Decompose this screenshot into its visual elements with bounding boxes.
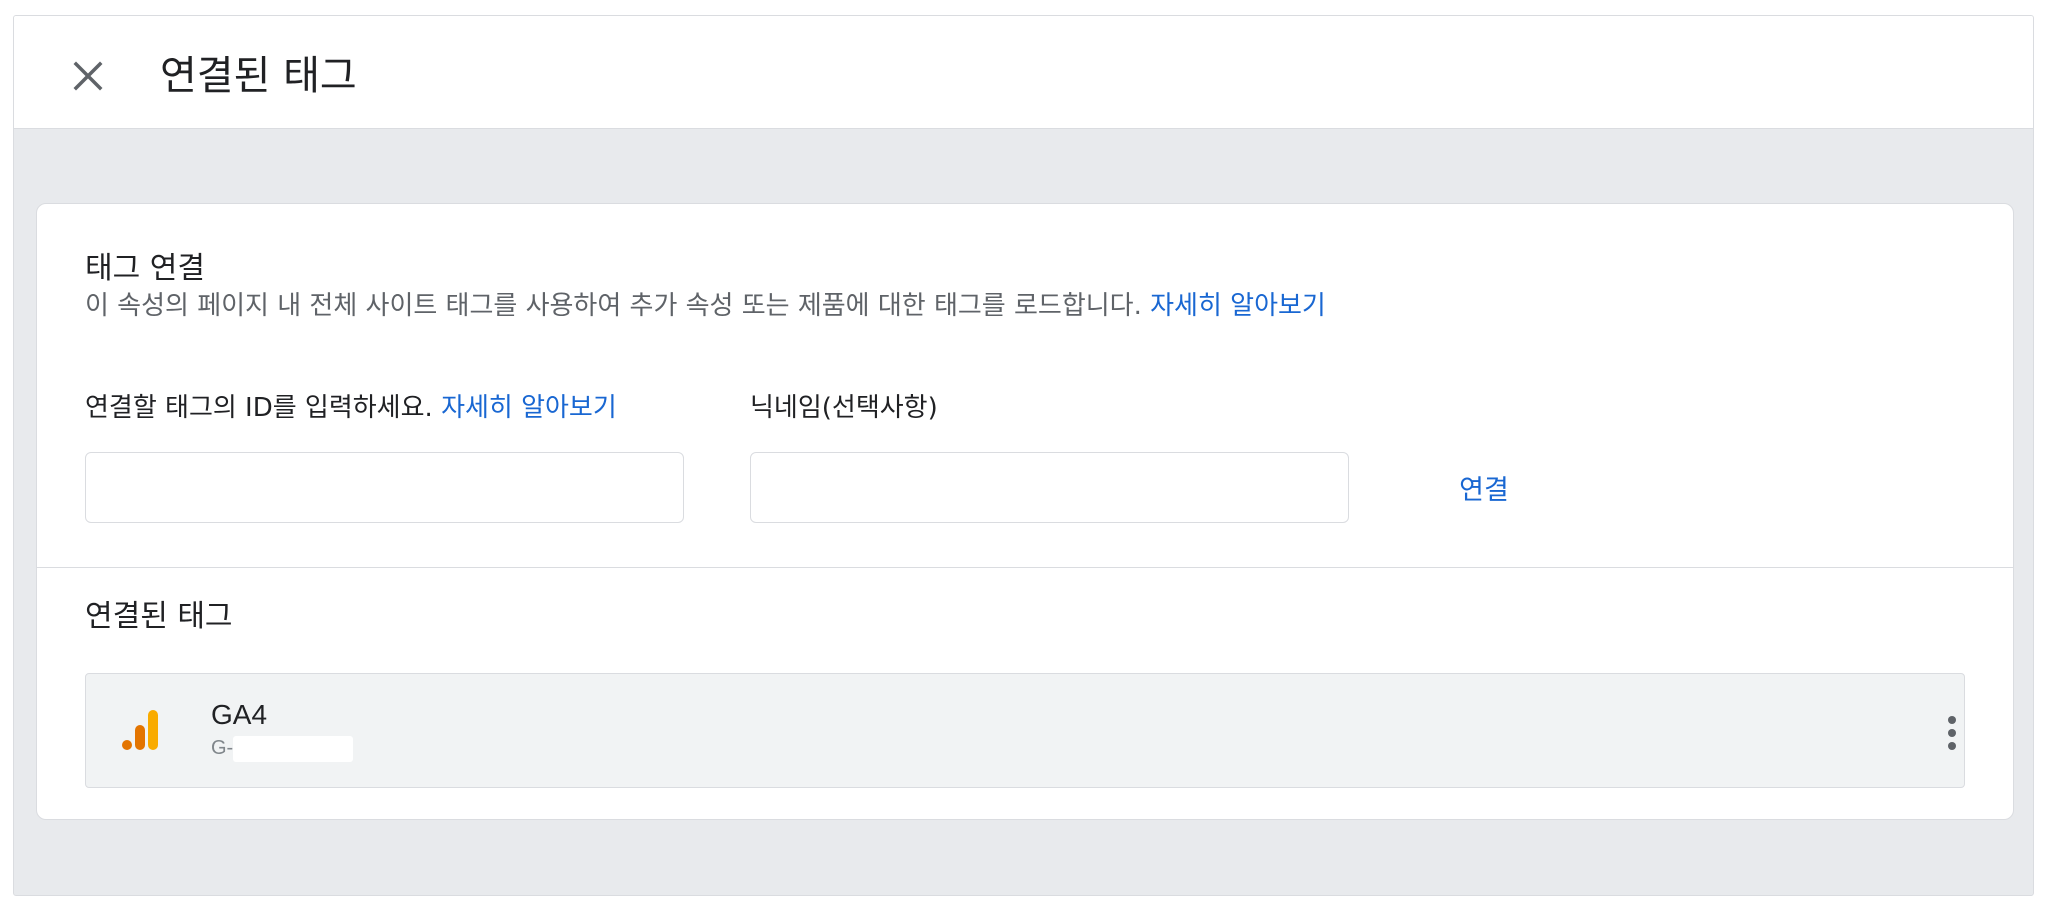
connect-section-title: 태그 연결 [85, 251, 205, 286]
linked-tags-dialog: 연결된 태그 태그 연결 이 속성의 페이지 내 전체 사이트 태그를 사용하여… [13, 15, 2034, 896]
nickname-input[interactable] [750, 452, 1349, 523]
redacted-id-mask [233, 736, 353, 762]
section-divider [37, 567, 2013, 568]
more-vert-icon[interactable] [1944, 674, 1964, 787]
connected-tag-row[interactable]: GA4 G- [85, 673, 1965, 788]
connect-button[interactable]: 연결 [1429, 459, 1539, 515]
close-icon[interactable] [66, 54, 110, 98]
analytics-icon [122, 708, 162, 752]
nickname-label: 닉네임(선택사항) [750, 393, 938, 423]
tag-name: GA4 [211, 699, 268, 730]
learn-more-link[interactable]: 자세히 알아보기 [1150, 291, 1326, 321]
tag-id: G- [211, 737, 234, 759]
connect-section-description: 이 속성의 페이지 내 전체 사이트 태그를 사용하여 추가 속성 또는 제품에… [85, 288, 1326, 324]
dialog-title: 연결된 태그 [160, 53, 357, 99]
connected-tags-title: 연결된 태그 [85, 599, 233, 634]
dialog-header: 연결된 태그 [14, 16, 2033, 129]
tag-id-label-text: 연결할 태그의 ID를 입력하세요. [85, 393, 433, 423]
tag-id-input[interactable] [85, 452, 684, 523]
tag-id-learn-more-link[interactable]: 자세히 알아보기 [441, 393, 617, 423]
tag-connect-card: 태그 연결 이 속성의 페이지 내 전체 사이트 태그를 사용하여 추가 속성 … [36, 203, 2014, 820]
tag-id-label: 연결할 태그의 ID를 입력하세요. 자세히 알아보기 [85, 390, 617, 426]
description-text: 이 속성의 페이지 내 전체 사이트 태그를 사용하여 추가 속성 또는 제품에… [85, 291, 1142, 321]
